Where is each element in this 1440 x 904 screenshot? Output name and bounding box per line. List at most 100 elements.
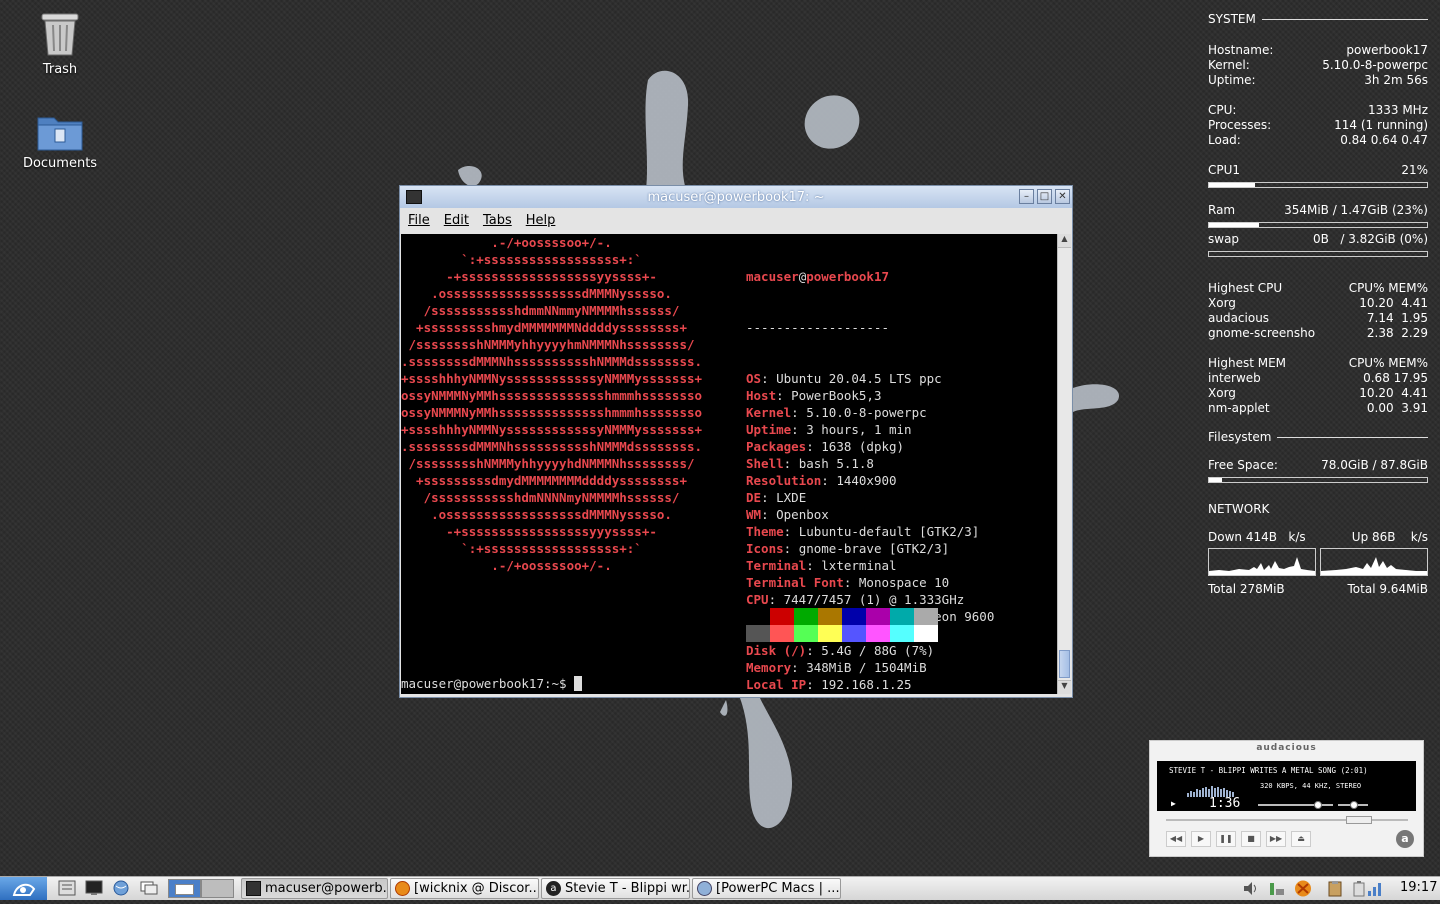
- info-row: Icons: gnome-brave [GTK2/3]: [746, 540, 994, 557]
- ascii-line: /ssssssssssshdmmNNmmyNMMMMhssssss/: [401, 303, 680, 318]
- browser-icon[interactable]: [112, 880, 130, 896]
- process-values: 0.68 17.95: [1363, 371, 1428, 385]
- play-icon[interactable]: ▶: [1191, 831, 1211, 847]
- audacious-player[interactable]: audacious STEVIE T - BLIPPI WRITES A MET…: [1149, 740, 1424, 857]
- row-value: 78.0GiB / 87.8GiB: [1321, 458, 1428, 472]
- menu-file[interactable]: File: [408, 213, 430, 228]
- scroll-up-icon[interactable]: ▲: [1058, 234, 1071, 248]
- menu-edit[interactable]: Edit: [444, 213, 469, 228]
- close-button[interactable]: ✕: [1055, 189, 1070, 204]
- show-desktop-icon[interactable]: [140, 880, 158, 896]
- info-key: Packages: [746, 439, 807, 454]
- terminal-launcher-icon[interactable]: [85, 880, 103, 896]
- menu-tabs[interactable]: Tabs: [483, 213, 512, 228]
- terminal-icon: [246, 881, 261, 896]
- maximize-button[interactable]: □: [1037, 189, 1052, 204]
- shell-prompt[interactable]: macuser@powerbook17:~$: [401, 675, 583, 692]
- workspace-1[interactable]: [168, 879, 201, 898]
- info-value: : Ubuntu 20.04.5 LTS ppc: [761, 371, 942, 386]
- workspace-pager[interactable]: [168, 879, 234, 898]
- info-value: : 348MiB / 1504MiB: [791, 660, 927, 675]
- task-audacious[interactable]: a Stevie T - Blippi wr...: [541, 878, 690, 899]
- color-swatch: [818, 608, 842, 625]
- color-swatch: [842, 608, 866, 625]
- color-swatch: [866, 625, 890, 642]
- highest-mem-header: Highest MEM CPU% MEM%: [1208, 356, 1428, 371]
- taskbar: macuser@powerb... [wicknix @ Discor... a…: [0, 876, 1440, 900]
- process-row: gnome-screensho 2.38 2.29: [1208, 326, 1428, 341]
- user-name: macuser: [746, 269, 799, 284]
- info-value: : gnome-brave [GTK2/3]: [783, 541, 950, 556]
- window-titlebar[interactable]: macuser@powerbook17: ~ – □ ✕: [400, 186, 1072, 208]
- file-manager-icon[interactable]: [58, 880, 76, 896]
- start-menu-button[interactable]: [0, 877, 47, 900]
- process-values: 7.14 1.95: [1366, 311, 1428, 325]
- info-key: Theme: [746, 524, 784, 539]
- balance-slider[interactable]: [1338, 801, 1368, 809]
- network-header: NETWORK: [1208, 500, 1428, 518]
- task-discord[interactable]: [wicknix @ Discor...: [390, 878, 539, 899]
- color-swatch: [746, 625, 770, 642]
- workspace-2[interactable]: [201, 879, 234, 898]
- row-label: Free Space:: [1208, 458, 1278, 472]
- cpu-meter-icon[interactable]: [1366, 880, 1384, 897]
- row-value: CPU% MEM%: [1348, 281, 1428, 295]
- process-row: audacious 7.14 1.95: [1208, 311, 1428, 326]
- clipboard-icon[interactable]: [1326, 880, 1344, 897]
- cpu1-bar: [1208, 182, 1428, 188]
- row-value: CPU% MEM%: [1348, 356, 1428, 370]
- ram-row: Ram 354MiB / 1.47GiB (23%): [1208, 203, 1428, 218]
- info-row: Local IP: 192.168.1.25: [746, 676, 994, 693]
- next-icon[interactable]: ▶▶: [1266, 831, 1286, 847]
- info-row: CPU: 7447/7457 (1) @ 1.333GHz: [746, 591, 994, 608]
- ascii-line: +sssshhhyNMMNyssssssssssssyNMMMysssssss+: [401, 422, 703, 437]
- volume-icon[interactable]: [1242, 880, 1260, 897]
- terminal-output[interactable]: .-/+oossssoo+/-. `:+ssssssssssssssssss+:…: [401, 234, 1057, 694]
- row-value: 0.84 0.64 0.47: [1340, 133, 1428, 147]
- hostname-row: Hostname: powerbook17: [1208, 43, 1428, 58]
- palette-row-bright: [746, 625, 938, 642]
- stop-icon[interactable]: ■: [1241, 831, 1261, 847]
- process-name: interweb: [1208, 371, 1261, 385]
- task-terminal[interactable]: macuser@powerb...: [241, 878, 388, 899]
- scrollbar-thumb[interactable]: [1059, 650, 1070, 678]
- free-space-row: Free Space: 78.0GiB / 87.8GiB: [1208, 458, 1428, 473]
- network-manager-icon[interactable]: [1268, 880, 1286, 897]
- info-key: DE: [746, 490, 762, 505]
- color-swatch: [890, 608, 914, 625]
- process-row: interweb 0.68 17.95: [1208, 371, 1428, 386]
- desktop-icon-trash[interactable]: Trash: [5, 10, 115, 77]
- pause-icon[interactable]: ❚❚: [1216, 831, 1236, 847]
- menu-help[interactable]: Help: [526, 213, 556, 228]
- terminal-window[interactable]: macuser@powerbook17: ~ – □ ✕ File Edit T…: [399, 185, 1073, 698]
- upload-rate: Up 86B k/s: [1351, 530, 1428, 544]
- kernel-row: Kernel: 5.10.0-8-powerpc: [1208, 58, 1428, 73]
- highest-cpu-header: Highest CPU CPU% MEM%: [1208, 281, 1428, 296]
- eject-icon[interactable]: ⏏: [1291, 831, 1311, 847]
- interweb-tray-icon[interactable]: [1294, 880, 1312, 897]
- seek-bar[interactable]: [1166, 816, 1408, 824]
- task-browser[interactable]: [PowerPC Macs | ...: [692, 878, 841, 899]
- desktop-icon-documents[interactable]: Documents: [5, 112, 115, 171]
- section-title: SYSTEM: [1208, 11, 1256, 26]
- color-swatch: [842, 625, 866, 642]
- row-label: Highest MEM: [1208, 356, 1287, 370]
- terminal-scrollbar[interactable]: ▲ ▼: [1057, 234, 1071, 694]
- info-key: Resolution: [746, 473, 822, 488]
- clock[interactable]: 19:17: [1400, 880, 1437, 895]
- ascii-line: .-/+oossssoo+/-.: [401, 235, 612, 250]
- row-value: 354MiB / 1.47GiB (23%): [1284, 203, 1428, 217]
- previous-icon[interactable]: ◀◀: [1166, 831, 1186, 847]
- info-row: Packages: 1638 (dpkg): [746, 438, 994, 455]
- info-row: Host: PowerBook5,3: [746, 387, 994, 404]
- lubuntu-logo-icon: [12, 883, 36, 896]
- row-value: 5.10.0-8-powerpc: [1322, 58, 1428, 72]
- info-key: Memory: [746, 660, 792, 675]
- minimize-button[interactable]: –: [1019, 189, 1034, 204]
- row-label: Hostname:: [1208, 43, 1274, 57]
- audacious-icon: a: [546, 881, 561, 896]
- volume-slider[interactable]: [1258, 801, 1333, 809]
- scroll-down-icon[interactable]: ▼: [1058, 680, 1071, 694]
- audacious-menu-icon[interactable]: a: [1396, 830, 1414, 848]
- info-value: : 1638 (dpkg): [806, 439, 905, 454]
